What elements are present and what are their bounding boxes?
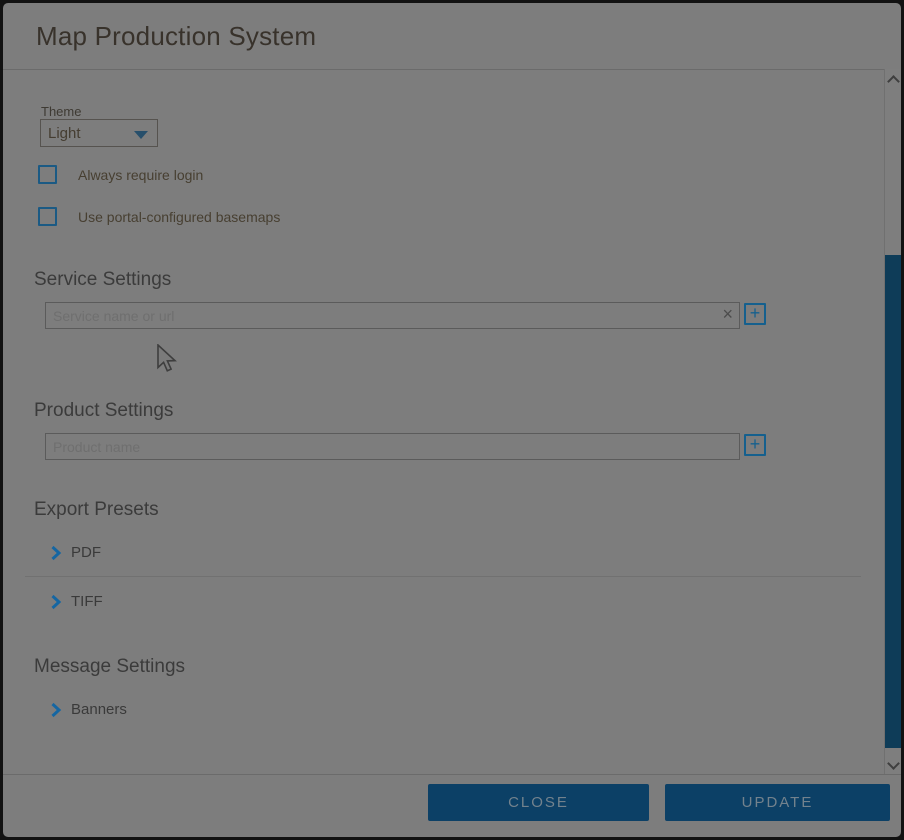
divider — [25, 576, 861, 577]
checkbox-label: Use portal-configured basemaps — [78, 209, 280, 225]
mouse-cursor — [156, 344, 178, 374]
export-preset-label: TIFF — [71, 593, 103, 610]
service-settings-heading: Service Settings — [34, 269, 171, 291]
chevron-right-icon — [50, 702, 62, 718]
theme-select[interactable]: Light — [40, 119, 158, 147]
message-settings-heading: Message Settings — [34, 656, 185, 678]
dialog-header: Map Production System — [3, 3, 901, 70]
message-setting-label: Banners — [71, 701, 127, 718]
add-icon: + — [750, 434, 761, 454]
theme-select-value: Light — [48, 125, 81, 142]
theme-label: Theme — [41, 104, 81, 119]
product-name-input[interactable] — [45, 433, 740, 460]
update-button[interactable]: UPDATE — [665, 784, 890, 821]
map-production-system-dialog: Map Production System Theme Light Always… — [3, 3, 901, 837]
add-product-button[interactable]: + — [744, 434, 766, 456]
add-icon: + — [750, 303, 761, 323]
checkbox-portal-basemaps[interactable] — [38, 207, 57, 226]
checkbox-always-require-login[interactable] — [38, 165, 57, 184]
add-service-button[interactable]: + — [744, 303, 766, 325]
close-button[interactable]: CLOSE — [428, 784, 649, 821]
chevron-right-icon — [50, 545, 62, 561]
chevron-right-icon — [50, 594, 62, 610]
scroll-up-icon[interactable] — [885, 71, 901, 87]
dialog-title: Map Production System — [36, 21, 316, 52]
scrollbar-thumb[interactable] — [885, 255, 901, 748]
service-input-wrap: × — [45, 302, 740, 329]
scroll-down-icon[interactable] — [885, 757, 901, 773]
scrollbar-track[interactable] — [884, 69, 901, 775]
product-input-wrap — [45, 433, 740, 460]
export-preset-label: PDF — [71, 544, 101, 561]
dialog-footer: CLOSE UPDATE — [3, 774, 901, 837]
clear-icon[interactable]: × — [722, 305, 733, 324]
checkbox-label: Always require login — [78, 167, 203, 183]
product-settings-heading: Product Settings — [34, 400, 173, 422]
chevron-down-icon — [134, 131, 148, 139]
export-presets-heading: Export Presets — [34, 499, 159, 521]
service-name-input[interactable] — [45, 302, 740, 329]
